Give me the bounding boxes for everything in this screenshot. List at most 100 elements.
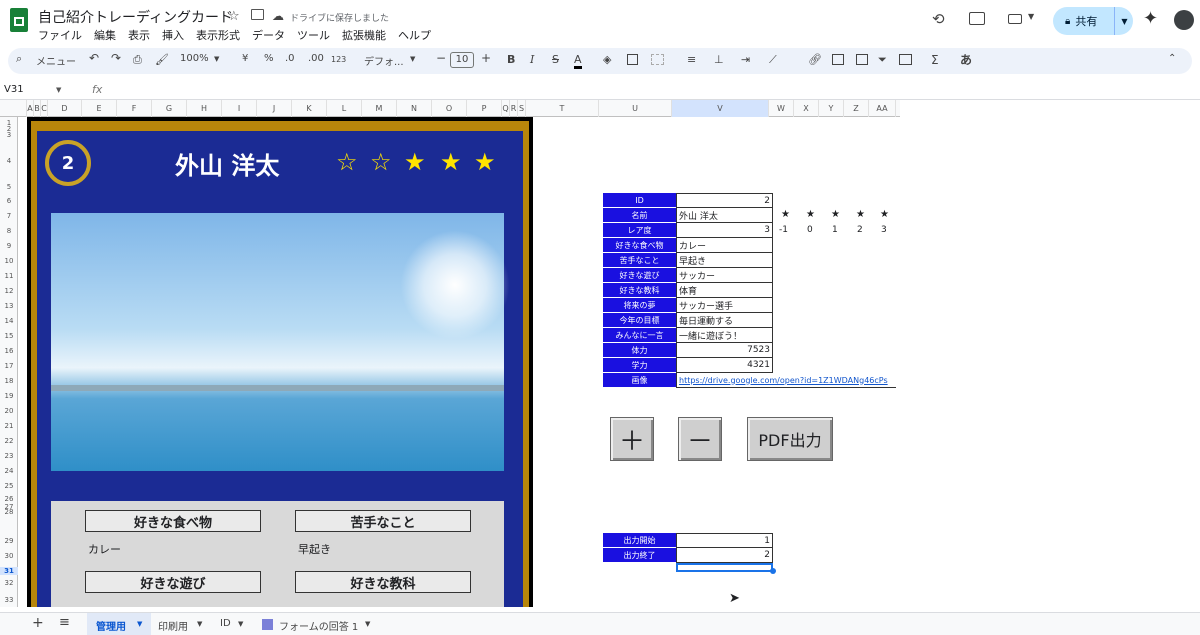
percent-button[interactable]: % [264, 53, 274, 64]
tab-print[interactable]: 印刷用 [158, 618, 188, 633]
document-title[interactable]: 自己紹介トレーディングカード [38, 7, 233, 27]
menu-insert[interactable]: 挿入 [162, 27, 184, 43]
tab-chevron-icon[interactable]: ▼ [137, 620, 142, 628]
row-29[interactable]: 29 [0, 537, 18, 545]
history-icon[interactable]: ⟲ [932, 10, 945, 28]
text-wrap-icon[interactable]: ⇥ [741, 53, 750, 66]
sheets-logo-icon[interactable] [10, 8, 28, 32]
row-25[interactable]: 25 [0, 482, 18, 490]
col-p[interactable]: P [467, 100, 502, 117]
col-b[interactable]: B [34, 100, 41, 117]
font-size-input[interactable]: 10 [450, 52, 474, 68]
row-10[interactable]: 10 [0, 257, 18, 265]
tab-kanri[interactable]: 管理用 [96, 618, 126, 633]
fill-color-icon[interactable]: ◈ [603, 53, 611, 66]
row-4[interactable]: 4 [0, 157, 18, 165]
col-aa[interactable]: AA [869, 100, 896, 117]
previous-record-button[interactable]: － [678, 417, 722, 461]
col-c[interactable]: C [41, 100, 48, 117]
row-7[interactable]: 7 [0, 212, 18, 220]
col-q[interactable]: Q [502, 100, 510, 117]
row-3[interactable]: 3 [0, 131, 18, 139]
col-g[interactable]: G [152, 100, 187, 117]
meet-icon[interactable] [1008, 14, 1022, 24]
table-value[interactable]: 早起き [676, 253, 773, 268]
borders-icon[interactable] [627, 54, 638, 65]
comments-icon[interactable] [969, 12, 985, 25]
row-8[interactable]: 8 [0, 227, 18, 235]
col-n[interactable]: N [397, 100, 432, 117]
row-6[interactable]: 6 [0, 197, 18, 205]
menu-data[interactable]: データ [252, 27, 285, 43]
avatar[interactable] [1174, 10, 1194, 30]
col-i[interactable]: I [222, 100, 257, 117]
undo-icon[interactable]: ↶ [89, 51, 99, 65]
currency-button[interactable]: ¥ [242, 53, 248, 64]
menu-file[interactable]: ファイル [38, 27, 82, 43]
name-box-chevron-icon[interactable]: ▼ [56, 86, 61, 94]
row-14[interactable]: 14 [0, 317, 18, 325]
filter-icon[interactable]: ⏷ [878, 53, 887, 67]
col-u[interactable]: U [599, 100, 672, 117]
table-value[interactable]: サッカー [676, 268, 773, 283]
tab-chevron-icon[interactable]: ▼ [197, 620, 202, 628]
menu-edit[interactable]: 編集 [94, 27, 116, 43]
col-d[interactable]: D [48, 100, 82, 117]
table-value[interactable]: 一緒に遊ぼう！ [676, 328, 773, 343]
menu-search-input[interactable]: メニュー [36, 53, 76, 68]
collapse-toolbar-icon[interactable]: ⌃ [1168, 53, 1176, 64]
table-value[interactable]: 4321 [676, 358, 773, 373]
functions-button[interactable]: Σ [931, 53, 939, 67]
col-s[interactable]: S [518, 100, 526, 117]
italic-button[interactable]: I [530, 53, 534, 66]
row-28[interactable]: 28 [0, 508, 18, 516]
table-value[interactable]: 毎日運動する [676, 313, 773, 328]
redo-icon[interactable]: ↷ [111, 51, 121, 65]
row-23[interactable]: 23 [0, 452, 18, 460]
col-f[interactable]: F [117, 100, 152, 117]
table-value[interactable]: サッカー選手 [676, 298, 773, 313]
table-value[interactable]: カレー [676, 238, 773, 253]
menu-extensions[interactable]: 拡張機能 [342, 27, 386, 43]
col-r[interactable]: R [510, 100, 518, 117]
col-k[interactable]: K [292, 100, 327, 117]
meet-chevron-icon[interactable]: ▼ [1028, 12, 1034, 21]
table-value[interactable]: 外山 洋太 [676, 208, 773, 223]
filter-views-icon[interactable] [899, 54, 912, 65]
table-value[interactable]: 2 [676, 193, 773, 208]
output-value[interactable]: 1 [676, 533, 773, 548]
col-l[interactable]: L [327, 100, 362, 117]
input-tools-button[interactable]: あ [960, 51, 972, 68]
select-all-corner[interactable] [0, 100, 27, 117]
row-31[interactable]: 31 [0, 567, 18, 575]
selected-cell[interactable] [676, 563, 773, 572]
col-j[interactable]: J [257, 100, 292, 117]
merge-cells-icon[interactable] [651, 54, 664, 65]
col-v[interactable]: V [672, 100, 769, 117]
tab-form-responses[interactable]: フォームの回答 1 [279, 618, 358, 633]
tab-chevron-icon[interactable]: ▼ [238, 620, 243, 628]
increase-decimal-button[interactable]: .00 [308, 53, 324, 64]
name-box[interactable]: V31 [4, 84, 24, 95]
add-sheet-button[interactable]: + [32, 615, 44, 631]
table-value[interactable]: 7523 [676, 343, 773, 358]
col-h[interactable]: H [187, 100, 222, 117]
row-33[interactable]: 33 [0, 596, 18, 604]
horizontal-align-icon[interactable]: ≡ [687, 53, 696, 66]
strikethrough-button[interactable]: S [552, 53, 559, 66]
menu-help[interactable]: ヘルプ [398, 27, 431, 43]
menu-tools[interactable]: ツール [297, 27, 330, 43]
image-url-link[interactable]: https://drive.google.com/open?id=1Z1WDAN… [676, 373, 896, 388]
fill-handle[interactable] [770, 568, 776, 574]
row-9[interactable]: 9 [0, 242, 18, 250]
row-13[interactable]: 13 [0, 302, 18, 310]
font-size-increase-icon[interactable]: + [481, 51, 491, 65]
table-value[interactable]: 体育 [676, 283, 773, 298]
text-color-button[interactable]: A [574, 53, 582, 69]
font-size-decrease-icon[interactable]: − [436, 51, 446, 65]
print-icon[interactable]: ⎙ [133, 53, 142, 67]
number-format-button[interactable]: 123 [331, 55, 346, 64]
row-18[interactable]: 18 [0, 377, 18, 385]
row-16[interactable]: 16 [0, 347, 18, 355]
zoom-select[interactable]: 100% [180, 53, 209, 64]
